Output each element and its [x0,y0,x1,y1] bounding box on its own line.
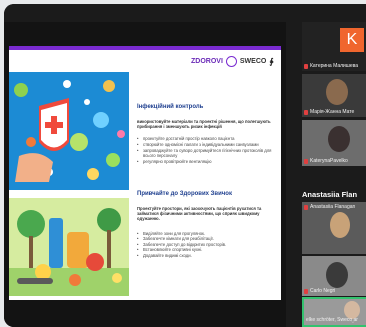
meeting-window: ZDOROVI SWECO ∳ Інфекційний контроль вик… [4,4,366,327]
slide-top-ribbon [9,46,281,50]
list-item: регулярно провітрюйте вентиляцію [137,159,275,165]
meeting-top-bar [4,4,366,22]
participant-video [326,262,348,288]
logo-ring-icon [225,55,237,67]
infection-control-illustration [9,72,129,190]
presentation-slide: ZDOROVI SWECO ∳ Інфекційний контроль вик… [9,46,281,300]
avatar: K [340,28,364,52]
participant-tile[interactable]: Марія-Жанна Мате [302,74,366,117]
mic-muted-icon [304,109,308,115]
participant-tile[interactable]: K Катерина Малишева [302,22,366,71]
section-lead: використовуйте матеріали та проектні ріш… [137,119,271,130]
participant-tile[interactable]: Carlo Negri [302,256,366,296]
participant-name: Марія-Жанна Мате [310,109,355,115]
section-lead: Проектуйте простори, які заохочують паці… [137,206,262,222]
participant-name: Катерина Малишева [310,63,358,69]
participant-tile[interactable]: Anastasiia Flanagan [302,202,366,254]
section-title: Інфекційний контроль [137,104,204,110]
list-item: Додавайте видимі сходи. [137,253,275,259]
list-item: запроваджуйте та суворо дотримуйтеся гіг… [137,148,275,159]
participant-name: KaterynaPavelko [310,158,348,164]
participant-tile-speaking[interactable]: elke schröter, Sweco ar [302,297,366,327]
participant-video [330,212,350,238]
slide-logos: ZDOROVI SWECO ∳ [191,54,274,68]
participant-name: Carlo Negri [310,288,336,294]
participants-panel: K Катерина Малишева Марія-Жанна Мате Kat… [286,22,366,327]
chevron-down-icon[interactable]: ⌄ [350,317,356,325]
participant-video [328,126,350,152]
active-speaker-name: Anastasiia Flan [302,190,358,199]
participant-name: Anastasiia Flanagan [310,204,356,210]
healthy-habits-illustration [9,198,129,296]
participant-video [326,79,348,105]
participant-tile[interactable]: KaterynaPavelko [302,120,366,166]
infection-control-section: Інфекційний контроль використовуйте мате… [137,104,275,164]
shared-screen-stage: ZDOROVI SWECO ∳ Інфекційний контроль вик… [4,22,286,327]
section-title: Привчайте до Здорових Звичок [137,191,232,197]
logo-zdorovi: ZDOROVI [191,57,223,65]
mic-muted-icon [304,288,308,294]
mic-muted-icon [304,158,308,164]
healthy-habits-section: Привчайте до Здорових Звичок Проектуйте … [137,191,275,259]
logo-mark-icon: ∳ [269,56,274,66]
logo-sweco: SWECO [239,57,267,65]
mic-muted-icon [304,63,308,69]
mic-muted-icon [304,204,308,210]
